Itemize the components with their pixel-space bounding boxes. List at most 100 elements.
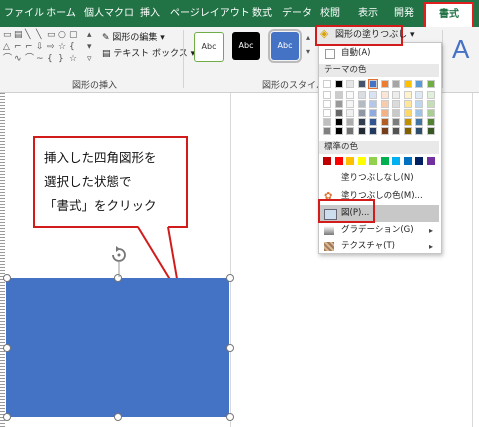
theme-color-swatch[interactable] <box>357 100 366 108</box>
star-shape-icon[interactable]: ☆ <box>58 42 66 52</box>
theme-color-swatch[interactable] <box>334 118 343 126</box>
theme-color-swatch[interactable] <box>323 80 331 88</box>
theme-color-swatch[interactable] <box>380 100 389 108</box>
tab-formulas[interactable]: 数式 <box>250 0 274 27</box>
standard-color-swatch[interactable] <box>415 157 423 165</box>
theme-color-swatch[interactable] <box>334 109 343 117</box>
text-box-button[interactable]: ▤ テキスト ボックス ▾ <box>102 48 195 60</box>
theme-color-swatch[interactable] <box>392 100 400 108</box>
theme-color-swatch[interactable] <box>357 80 366 88</box>
theme-color-swatch[interactable] <box>346 80 354 88</box>
tab-data[interactable]: データ <box>282 0 312 27</box>
theme-color-swatch[interactable] <box>380 127 389 135</box>
brace-shape-icon[interactable]: { <box>69 42 75 52</box>
theme-color-swatch[interactable] <box>334 91 343 99</box>
theme-color-swatch[interactable] <box>369 100 377 108</box>
standard-color-swatch[interactable] <box>357 157 366 165</box>
menu-item-auto[interactable]: 自動(A) <box>319 45 439 62</box>
theme-color-swatch[interactable] <box>392 109 400 117</box>
tab-developer[interactable]: 開発 <box>392 0 416 27</box>
tab-view[interactable]: 表示 <box>356 0 380 27</box>
gallery-scroll-down-icon[interactable]: ▾ <box>87 42 92 52</box>
tab-insert[interactable]: 挿入 <box>138 0 162 27</box>
shape-style-thumb-2[interactable]: Abc <box>232 32 260 60</box>
oval-shape-icon[interactable]: ○ <box>58 30 66 40</box>
theme-color-swatch[interactable] <box>403 127 412 135</box>
theme-color-swatch[interactable] <box>368 79 378 89</box>
theme-color-swatch[interactable] <box>392 118 400 126</box>
theme-color-swatch[interactable] <box>346 118 354 126</box>
tab-personal-macro[interactable]: 個人マクロ <box>84 0 134 27</box>
theme-color-swatch[interactable] <box>334 100 343 108</box>
standard-color-swatch[interactable] <box>403 157 412 165</box>
brace2-shape-icon[interactable]: { <box>47 54 53 64</box>
rect2-shape-icon[interactable]: ▭ <box>47 30 56 40</box>
theme-color-swatch[interactable] <box>357 127 366 135</box>
theme-color-swatch[interactable] <box>369 91 377 99</box>
theme-color-swatch[interactable] <box>392 91 400 99</box>
arrow2-shape-icon[interactable]: ⇨ <box>47 42 55 52</box>
standard-color-swatch[interactable] <box>369 157 377 165</box>
theme-color-swatch[interactable] <box>415 100 423 108</box>
resize-handle-right[interactable] <box>226 344 234 352</box>
selected-rectangle-shape[interactable] <box>6 278 229 417</box>
tab-format[interactable]: 書式 <box>424 2 474 29</box>
rotate-handle-icon[interactable] <box>109 245 129 279</box>
menu-item-gradient[interactable]: グラデーション(G) <box>319 222 439 239</box>
curve2-shape-icon[interactable]: ⌒ <box>25 54 34 64</box>
rectangle-shape-icon[interactable]: ▭ <box>3 30 12 40</box>
theme-color-swatch[interactable] <box>415 80 423 88</box>
rounded-rect-shape-icon[interactable]: ▢ <box>69 30 78 40</box>
theme-color-swatch[interactable] <box>369 118 377 126</box>
line-shape-icon[interactable]: ╲ <box>25 30 30 40</box>
theme-color-swatch[interactable] <box>426 80 435 88</box>
theme-color-swatch[interactable] <box>323 118 331 126</box>
theme-color-swatch[interactable] <box>380 118 389 126</box>
theme-color-swatch[interactable] <box>392 80 400 88</box>
shape-style-thumb-3[interactable]: Abc <box>268 29 302 63</box>
standard-color-swatch[interactable] <box>392 157 400 165</box>
resize-handle-bottom-right[interactable] <box>226 413 234 421</box>
resize-handle-left[interactable] <box>3 344 11 352</box>
standard-color-swatch[interactable] <box>346 157 354 165</box>
gallery-more-icon[interactable]: ▿ <box>87 54 92 64</box>
tab-file[interactable]: ファイル <box>4 0 44 27</box>
standard-color-swatch[interactable] <box>334 157 343 165</box>
theme-color-swatch[interactable] <box>415 118 423 126</box>
gallery-scroll-up-icon[interactable]: ▴ <box>87 30 92 40</box>
theme-color-swatch[interactable] <box>346 109 354 117</box>
theme-color-swatch[interactable] <box>346 91 354 99</box>
menu-item-no-fill[interactable]: 塗りつぶしなし(N) <box>319 170 439 187</box>
style-scroll-up-icon[interactable]: ▴ <box>306 32 310 44</box>
theme-color-swatch[interactable] <box>415 127 423 135</box>
theme-color-swatch[interactable] <box>426 118 435 126</box>
theme-color-swatch[interactable] <box>415 109 423 117</box>
theme-color-swatch[interactable] <box>334 80 343 88</box>
line2-shape-icon[interactable]: ╲ <box>36 30 41 40</box>
scribble-shape-icon[interactable]: ~ <box>36 54 44 64</box>
theme-color-swatch[interactable] <box>357 91 366 99</box>
theme-color-swatch[interactable] <box>323 127 331 135</box>
theme-color-swatch[interactable] <box>403 118 412 126</box>
theme-color-swatch[interactable] <box>323 109 331 117</box>
theme-color-swatch[interactable] <box>369 109 377 117</box>
tab-review[interactable]: 校閲 <box>318 0 342 27</box>
standard-color-row[interactable] <box>323 157 439 167</box>
theme-color-swatch[interactable] <box>380 109 389 117</box>
triangle-shape-icon[interactable]: △ <box>3 42 10 52</box>
arrow-shape-icon[interactable]: ⇩ <box>36 42 44 52</box>
resize-handle-top-left[interactable] <box>3 274 11 282</box>
theme-color-swatch[interactable] <box>380 91 389 99</box>
standard-color-swatch[interactable] <box>323 157 331 165</box>
theme-color-swatch[interactable] <box>323 100 331 108</box>
shape-gallery[interactable]: ▭ ▤ ╲ ╲ ▭ ○ ▢ △ ⌐ ⌐ ⇩ ⇨ ☆ { ⌒ ∿ ⌒ ~ { } … <box>3 30 95 68</box>
textbox-shape-icon[interactable]: ▤ <box>14 30 23 40</box>
tab-page-layout[interactable]: ページレイアウト <box>170 0 250 27</box>
theme-color-swatch[interactable] <box>426 91 435 99</box>
theme-color-swatch[interactable] <box>346 100 354 108</box>
curve-shape-icon[interactable]: ∿ <box>14 54 22 64</box>
theme-color-swatch[interactable] <box>403 109 412 117</box>
theme-color-swatch[interactable] <box>380 80 389 88</box>
theme-color-swatch[interactable] <box>357 118 366 126</box>
resize-handle-bottom[interactable] <box>114 413 122 421</box>
